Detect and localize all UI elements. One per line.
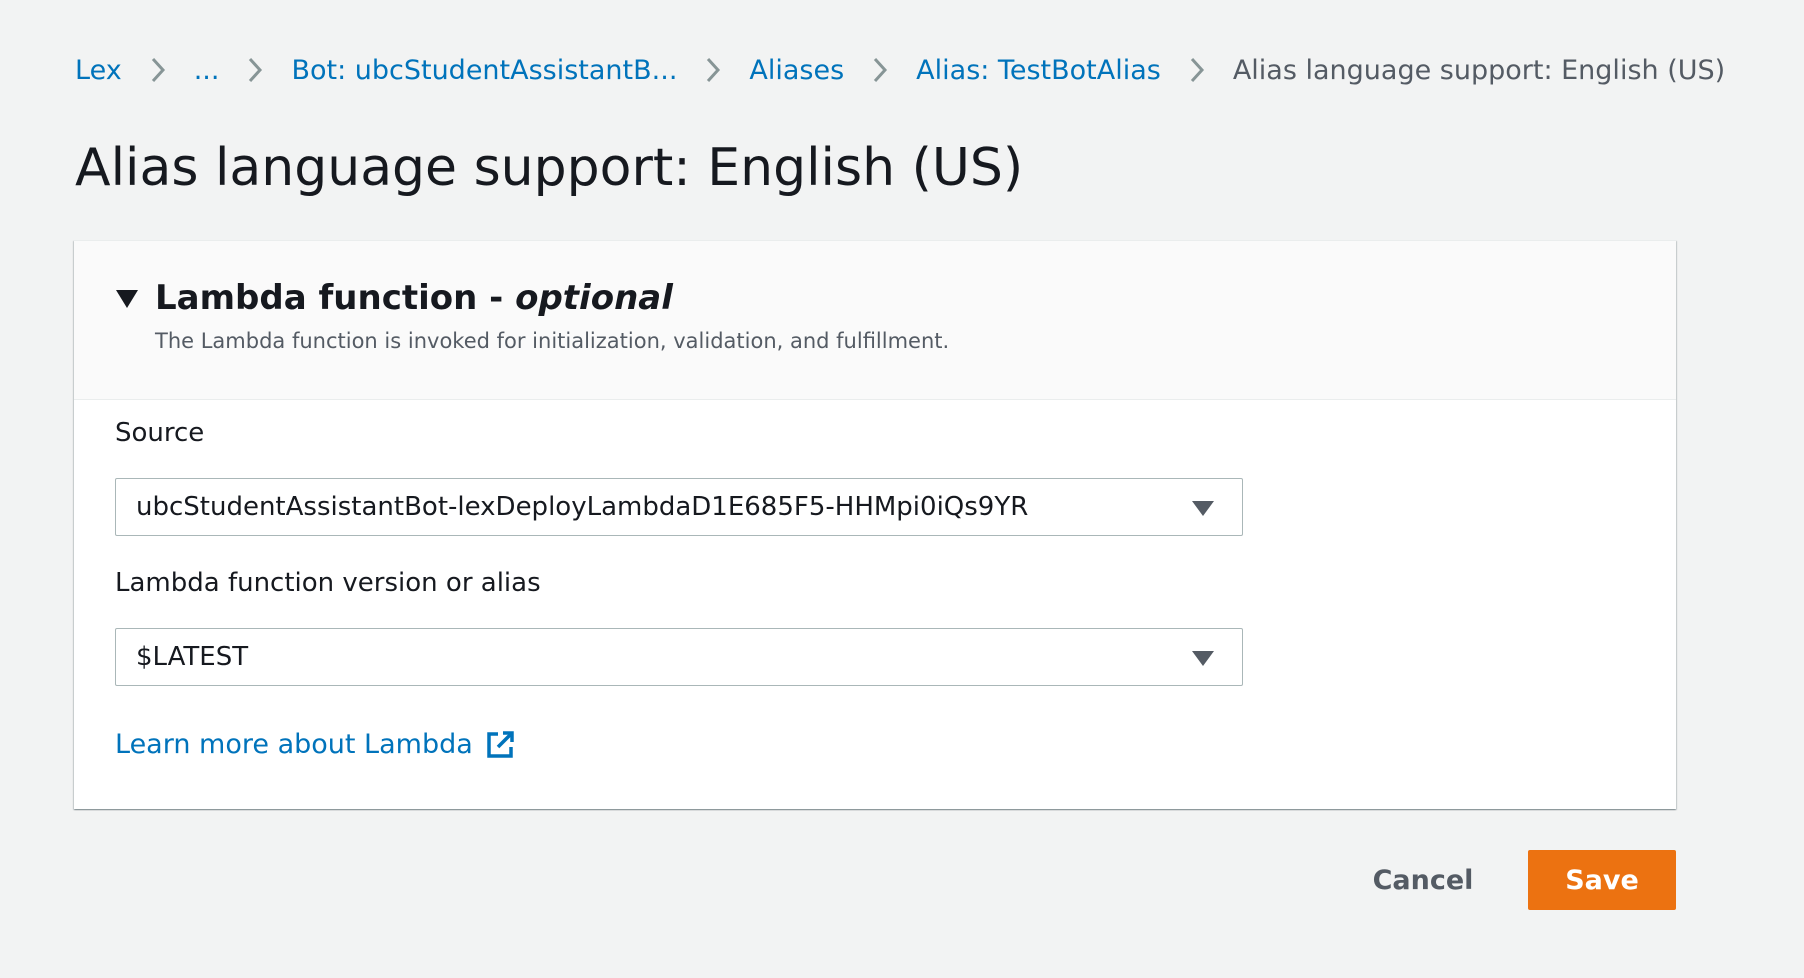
- lambda-panel-title: Lambda function - optional: [155, 275, 673, 321]
- breadcrumb: Lex ... Bot: ubcStudentAssistantB... Ali…: [75, 50, 1725, 90]
- breadcrumb-current: Alias language support: English (US): [1232, 54, 1726, 86]
- version-select[interactable]: $LATEST: [115, 628, 1243, 686]
- breadcrumb-aliases[interactable]: Aliases: [749, 55, 844, 86]
- external-link-icon: [485, 730, 515, 760]
- learn-more-label: Learn more about Lambda: [115, 729, 473, 760]
- lambda-panel-description: The Lambda function is invoked for initi…: [155, 329, 950, 353]
- breadcrumb-alias[interactable]: Alias: TestBotAlias: [916, 55, 1161, 86]
- breadcrumb-bot[interactable]: Bot: ubcStudentAssistantB...: [291, 55, 677, 86]
- breadcrumb-ellipsis[interactable]: ...: [194, 55, 220, 86]
- breadcrumb-lex[interactable]: Lex: [75, 55, 122, 86]
- version-label: Lambda function version or alias: [115, 568, 541, 598]
- optional-label: optional: [515, 278, 673, 318]
- caret-down-icon[interactable]: [116, 290, 138, 308]
- caret-down-icon: [1192, 651, 1214, 666]
- lambda-panel-title-text: Lambda function -: [155, 278, 516, 318]
- chevron-right-icon: [864, 56, 896, 84]
- save-button[interactable]: Save: [1528, 850, 1676, 910]
- caret-down-icon: [1192, 501, 1214, 516]
- lambda-function-panel: Lambda function - optional The Lambda fu…: [74, 240, 1676, 809]
- cancel-button[interactable]: Cancel: [1358, 850, 1488, 910]
- chevron-right-icon: [239, 56, 271, 84]
- chevron-right-icon: [697, 56, 729, 84]
- learn-more-lambda-link[interactable]: Learn more about Lambda: [115, 729, 515, 760]
- source-select[interactable]: ubcStudentAssistantBot-lexDeployLambdaD1…: [115, 478, 1243, 536]
- chevron-right-icon: [142, 56, 174, 84]
- source-select-value: ubcStudentAssistantBot-lexDeployLambdaD1…: [136, 492, 1029, 522]
- lambda-panel-header[interactable]: Lambda function - optional The Lambda fu…: [74, 241, 1676, 400]
- version-select-value: $LATEST: [136, 642, 249, 672]
- source-label: Source: [115, 418, 205, 448]
- chevron-right-icon: [1181, 56, 1213, 84]
- page-title: Alias language support: English (US): [75, 138, 1024, 198]
